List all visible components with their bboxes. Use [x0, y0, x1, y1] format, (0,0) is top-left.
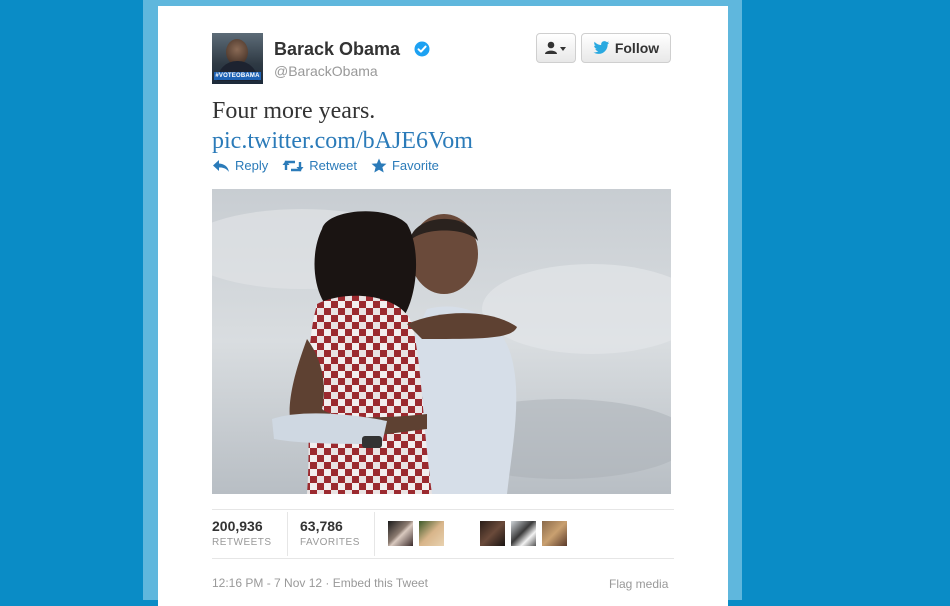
retweet-button[interactable]: Retweet — [282, 158, 357, 173]
avatar-tag: #VOTEOBAMA — [214, 72, 261, 80]
favorite-label: Favorite — [391, 158, 439, 173]
twitter-bird-icon — [593, 41, 610, 54]
avatar[interactable]: #VOTEOBAMA — [212, 33, 263, 84]
person-dropdown-icon — [545, 41, 566, 54]
tweet-photo[interactable] — [212, 189, 671, 494]
reply-label: Reply — [235, 158, 269, 173]
user-actions-button[interactable] — [536, 33, 576, 63]
follow-label: Follow — [614, 40, 660, 56]
flag-media-link[interactable]: Flag media — [609, 577, 668, 591]
stats-separator — [287, 512, 288, 556]
embed-tweet-link[interactable]: Embed this Tweet — [333, 576, 428, 590]
user-name[interactable]: Barack Obama — [274, 39, 400, 60]
favorites-count: 63,786 — [300, 518, 343, 534]
follow-button[interactable]: Follow — [581, 33, 671, 63]
star-icon — [371, 158, 387, 173]
footer-separator: · — [322, 576, 333, 590]
favorites-stat[interactable]: 63,786 FAVORITES — [300, 518, 360, 548]
tweet-link[interactable]: pic.twitter.com/bAJE6Vom — [212, 128, 473, 155]
verified-badge-icon — [414, 41, 430, 57]
user-handle[interactable]: @BarackObama — [274, 63, 378, 79]
stats-bottom-divider — [212, 558, 674, 559]
retweets-count: 200,936 — [212, 518, 263, 534]
user-thumbnail[interactable] — [388, 521, 413, 546]
reply-button[interactable]: Reply — [212, 158, 268, 173]
tweet-text: Four more years. — [212, 98, 376, 124]
tweet-footer: 12:16 PM - 7 Nov 12 · Embed this Tweet — [212, 576, 428, 590]
user-thumbnail[interactable] — [419, 521, 444, 546]
stats-top-divider — [212, 509, 674, 510]
favorite-button[interactable]: Favorite — [371, 158, 439, 173]
retweet-icon — [282, 160, 304, 171]
user-thumbnail[interactable] — [480, 521, 505, 546]
retweets-label: RETWEETS — [212, 537, 272, 548]
stats-separator — [374, 512, 375, 556]
reply-icon — [213, 159, 229, 172]
tweet-actions: Reply Retweet Favorite — [212, 158, 439, 173]
retweet-label: Retweet — [309, 158, 357, 173]
favorites-label: FAVORITES — [300, 537, 360, 548]
user-thumbnail[interactable] — [542, 521, 567, 546]
user-thumbnail[interactable] — [511, 521, 536, 546]
retweets-stat[interactable]: 200,936 RETWEETS — [212, 518, 272, 548]
timestamp[interactable]: 12:16 PM - 7 Nov 12 — [212, 576, 322, 590]
